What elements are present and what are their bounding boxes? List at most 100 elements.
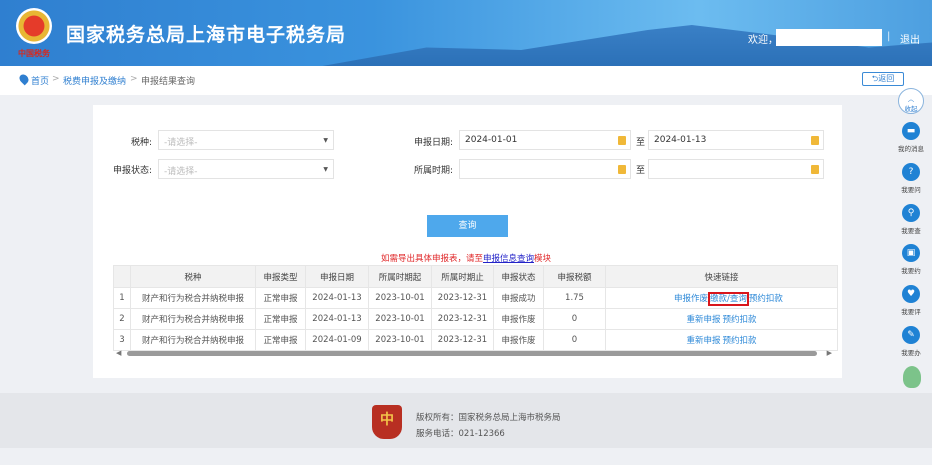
- service-phone: 服务电话：021-12366: [416, 429, 505, 439]
- tax-type-cell: 财产和行为税合并纳税申报: [130, 329, 256, 351]
- breadcrumb-tax-declaration[interactable]: 税费申报及缴纳: [63, 74, 126, 87]
- declare-date-cell: 2024-01-13: [305, 287, 369, 309]
- tax-type-select[interactable]: -请选择- ▼: [158, 130, 334, 150]
- tax-logo: 中: [372, 405, 402, 439]
- scheduled-debit-link[interactable]: 预约扣款: [723, 336, 757, 346]
- period-start-cell: 2023-10-01: [368, 308, 432, 330]
- sidebar-item-search[interactable]: ⚲ 我要查: [898, 204, 924, 235]
- scheduled-debit-link[interactable]: 预约扣款: [749, 294, 783, 304]
- copyright-text: 版权所有：国家税务总局上海市税务局: [416, 413, 561, 423]
- date-from-value: 2024-01-01: [465, 135, 518, 145]
- calendar-icon[interactable]: [618, 165, 626, 174]
- export-notice: 如需导出具体申报表，请至申报信息查询模块: [0, 252, 932, 264]
- message-icon: ▬: [902, 122, 920, 140]
- status-select[interactable]: -请选择- ▼: [158, 159, 334, 179]
- period-end-cell: 2023-12-31: [431, 329, 494, 351]
- col-declare-type: 申报类型: [255, 265, 306, 288]
- pay-query-link[interactable]: 缴款/查询: [708, 292, 749, 306]
- notice-text: 模块: [534, 254, 552, 264]
- notice-text: 如需导出具体申报表，请至: [380, 254, 483, 264]
- table-row: 2 财产和行为税合并纳税申报 正常申报 2024-01-13 2023-10-0…: [113, 308, 838, 330]
- chevron-down-icon: ▼: [323, 137, 328, 144]
- declare-date-cell: 2024-01-13: [305, 308, 369, 330]
- col-declare-date: 申报日期: [305, 265, 369, 288]
- calendar-icon: ▣: [902, 244, 920, 262]
- col-tax-type: 税种: [130, 265, 256, 288]
- declare-type-cell: 正常申报: [255, 308, 306, 330]
- col-index: [113, 265, 131, 288]
- amount-cell: 1.75: [543, 287, 606, 309]
- sidebar-label: 我要办: [901, 349, 921, 357]
- table-row: 1 财产和行为税合并纳税申报 正常申报 2024-01-13 2023-10-0…: [113, 287, 838, 309]
- tax-type-placeholder: -请选择-: [164, 138, 198, 148]
- status-cell: 申报作废: [493, 308, 544, 330]
- site-title: 国家税务总局上海市电子税务局: [66, 24, 347, 46]
- breadcrumb-home[interactable]: 首页: [31, 74, 49, 87]
- chevron-down-icon: ▼: [323, 166, 328, 173]
- sidebar-item-handle[interactable]: ✎ 我要办: [898, 326, 924, 357]
- sidebar-label: 我要查: [901, 227, 921, 235]
- redeclare-link[interactable]: 重新申报: [686, 336, 720, 346]
- sidebar-item-appointment[interactable]: ▣ 我要约: [898, 244, 924, 275]
- calendar-icon[interactable]: [811, 136, 819, 145]
- period-to-input[interactable]: [648, 159, 824, 179]
- redeclare-link[interactable]: 重新申报: [686, 315, 720, 325]
- assistant-robot-icon[interactable]: [903, 366, 921, 388]
- row-index: 1: [113, 287, 131, 309]
- location-pin-icon: [17, 72, 31, 86]
- scroll-left-icon[interactable]: ◀: [116, 349, 121, 357]
- sidebar-item-ask[interactable]: ? 我要问: [898, 163, 924, 194]
- period-start-cell: 2023-10-01: [368, 329, 432, 351]
- breadcrumb-sep: >: [52, 74, 60, 84]
- amount-cell: 0: [543, 329, 606, 351]
- status-label: 申报状态:: [112, 166, 152, 176]
- declaration-info-query-link[interactable]: 申报信息查询: [483, 254, 534, 264]
- date-to-value: 2024-01-13: [654, 135, 707, 145]
- pen-icon: ✎: [902, 326, 920, 344]
- sidebar-item-messages[interactable]: ▬ 我的消息: [898, 122, 924, 153]
- amount-cell: 0: [543, 308, 606, 330]
- breadcrumb-current: 申报结果查询: [141, 77, 196, 87]
- table-row: 3 财产和行为税合并纳税申报 正常申报 2024-01-09 2023-10-0…: [113, 329, 838, 351]
- period-end-cell: 2023-12-31: [431, 308, 494, 330]
- to-label: 至: [636, 138, 646, 148]
- results-table: 税种 申报类型 申报日期 所属时期起 所属时期止 申报状态 申报税额 快速链接 …: [113, 265, 838, 351]
- tax-emblem-logo: [16, 8, 52, 44]
- username-box: [776, 29, 882, 46]
- calendar-icon[interactable]: [811, 165, 819, 174]
- logout-link[interactable]: 退出: [900, 31, 920, 46]
- declare-date-cell: 2024-01-09: [305, 329, 369, 351]
- sidebar-label: 我的消息: [898, 145, 924, 153]
- date-from-input[interactable]: 2024-01-01: [459, 130, 631, 150]
- back-button[interactable]: ⮌返回: [862, 72, 904, 86]
- question-icon: ?: [902, 163, 920, 181]
- calendar-icon[interactable]: [618, 136, 626, 145]
- col-amount: 申报税额: [543, 265, 606, 288]
- collapse-label: 收起: [904, 105, 918, 113]
- welcome-text: 欢迎，: [748, 35, 778, 46]
- date-label: 申报日期:: [413, 138, 453, 148]
- date-to-input[interactable]: 2024-01-13: [648, 130, 824, 150]
- collapse-button[interactable]: ︿ 收起: [898, 88, 924, 114]
- scroll-right-icon[interactable]: ▶: [827, 349, 832, 357]
- period-from-input[interactable]: [459, 159, 631, 179]
- row-index: 3: [113, 329, 131, 351]
- horizontal-scrollbar[interactable]: ◀ ▶: [113, 349, 838, 359]
- separator: |: [887, 31, 891, 42]
- sidebar-item-evaluate[interactable]: ♥ 我要评: [898, 285, 924, 316]
- void-declaration-link[interactable]: 申报作废: [674, 294, 708, 304]
- search-icon: ⚲: [902, 204, 920, 222]
- back-label: 返回: [878, 74, 895, 83]
- quick-links-cell: 重新申报 预约扣款: [605, 329, 838, 351]
- col-period-start: 所属时期起: [368, 265, 432, 288]
- quick-links-cell: 重新申报 预约扣款: [605, 308, 838, 330]
- scrollbar-thumb[interactable]: [127, 351, 817, 356]
- status-cell: 申报成功: [493, 287, 544, 309]
- scheduled-debit-link[interactable]: 预约扣款: [723, 315, 757, 325]
- tax-type-cell: 财产和行为税合并纳税申报: [130, 308, 256, 330]
- status-cell: 申报作废: [493, 329, 544, 351]
- sidebar-label: 我要问: [901, 186, 921, 194]
- row-index: 2: [113, 308, 131, 330]
- query-button[interactable]: 查询: [427, 215, 508, 237]
- quick-links-cell: 申报作废 缴款/查询 预约扣款: [605, 287, 838, 309]
